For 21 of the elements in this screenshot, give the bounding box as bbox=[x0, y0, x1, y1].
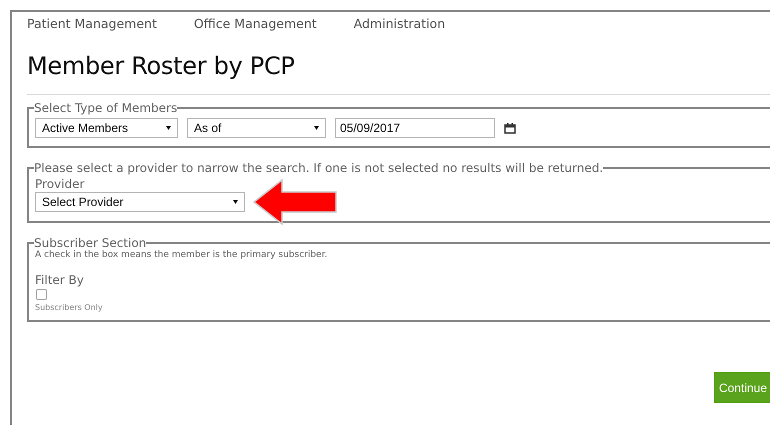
section-legend: Please select a provider to narrow the search. If one is not selected no results will be returned. bbox=[34, 161, 604, 175]
subscribers-checkbox[interactable] bbox=[36, 289, 47, 300]
page-title: Member Roster by PCP bbox=[27, 52, 296, 80]
provider-dropdown[interactable]: Select Provider bbox=[35, 192, 245, 212]
section-legend: Select Type of Members bbox=[34, 101, 178, 115]
section-legend: Subscriber Section bbox=[34, 236, 146, 250]
nav-link[interactable]: Office Management bbox=[194, 16, 317, 38]
caret-icon bbox=[166, 126, 171, 130]
subscriber-note: A check in the box means the member is the primary subscriber. bbox=[35, 250, 328, 260]
nav-link[interactable]: Patient Management bbox=[27, 16, 157, 38]
calendar-icon[interactable] bbox=[504, 122, 516, 134]
provider-label: Provider bbox=[35, 177, 86, 191]
caret-icon bbox=[233, 200, 238, 204]
arrow-icon bbox=[252, 178, 340, 226]
member-type-dropdown[interactable]: Active Members bbox=[35, 118, 178, 138]
date-mode-dropdown[interactable]: As of bbox=[187, 118, 326, 138]
caret-icon bbox=[314, 126, 319, 130]
nav-link[interactable]: Administration bbox=[354, 16, 446, 38]
filter-label: Filter By bbox=[35, 273, 85, 287]
checkbox-label: Subscribers Only bbox=[35, 303, 104, 312]
date-field[interactable]: 05/09/2017 bbox=[335, 118, 495, 138]
